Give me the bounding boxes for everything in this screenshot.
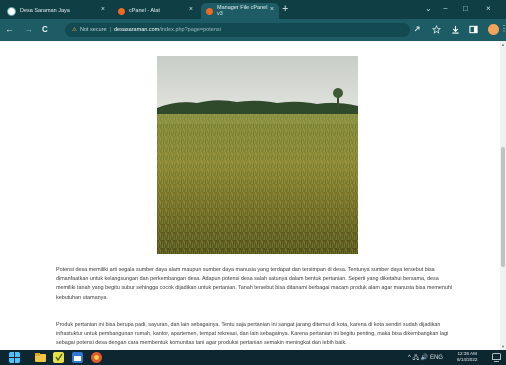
- paragraph-produk: Produk pertanian ini bisa berupa padi, s…: [56, 322, 449, 347]
- share-icon[interactable]: [413, 25, 422, 34]
- forward-button[interactable]: →: [24, 24, 33, 34]
- windows-icon[interactable]: [9, 352, 20, 363]
- menu-icon[interactable]: ⋮: [500, 24, 506, 33]
- maximize-icon[interactable]: □: [463, 4, 468, 13]
- vertical-scrollbar[interactable]: ▲ ▼: [500, 41, 506, 350]
- clock-date: 6/14/2022: [457, 357, 478, 362]
- download-icon[interactable]: [451, 25, 460, 34]
- tab-cpanel-alat[interactable]: cPanel - Alat ×: [113, 3, 198, 19]
- url-input[interactable]: ⚠ Not secure | desasaraman.com /index.ph…: [65, 23, 410, 37]
- page-content: Potensi desa memiliki arti segala sumber…: [0, 41, 500, 350]
- back-button[interactable]: ←: [5, 24, 14, 34]
- system-tray[interactable]: ^ 🖧 🔊 ENG: [408, 353, 443, 363]
- rice-field-image: [157, 56, 358, 254]
- globe-icon: [7, 6, 16, 16]
- tab-title: cPanel - Alat: [129, 8, 160, 14]
- tab-file-manager[interactable]: Manager File cPanel v3 ×: [201, 3, 279, 19]
- close-tab-icon[interactable]: ×: [270, 6, 274, 13]
- tab-title: Desa Saraman Jaya: [20, 8, 70, 14]
- close-window-icon[interactable]: ×: [486, 4, 491, 13]
- clock[interactable]: 12:35 AM 6/14/2022: [457, 351, 477, 363]
- new-tab-button[interactable]: +: [282, 3, 288, 16]
- address-separator: |: [109, 27, 111, 33]
- reload-button[interactable]: C: [42, 25, 48, 34]
- app-icon[interactable]: [53, 352, 64, 363]
- cpanel-icon: [118, 7, 125, 15]
- warning-icon: ⚠: [72, 27, 77, 33]
- calendar-icon[interactable]: [72, 352, 83, 363]
- tab-search-icon[interactable]: ⌄: [425, 4, 432, 13]
- cpanel-icon: [206, 7, 213, 15]
- scroll-down-icon[interactable]: ▼: [500, 344, 506, 349]
- file-explorer-icon[interactable]: [35, 352, 46, 363]
- tab-strip: Desa Saraman Jaya × cPanel - Alat × Mana…: [0, 0, 506, 19]
- scrollbar-thumb[interactable]: [501, 147, 505, 267]
- security-label[interactable]: Not secure: [80, 27, 107, 33]
- taskbar: ^ 🖧 🔊 ENG 12:35 AM 6/14/2022: [0, 350, 506, 365]
- sidebar-icon[interactable]: [469, 25, 478, 34]
- browser-icon[interactable]: [91, 352, 102, 363]
- paragraph-potensi: Potensi desa memiliki arti segala sumber…: [56, 267, 453, 301]
- notification-icon[interactable]: [492, 353, 501, 362]
- star-icon[interactable]: [432, 25, 441, 34]
- url-path: /index.php?page=potensi: [159, 27, 221, 33]
- close-tab-icon[interactable]: ×: [189, 6, 193, 13]
- address-bar-row: ← → C ⚠ Not secure | desasaraman.com /in…: [0, 19, 506, 41]
- close-tab-icon[interactable]: ×: [101, 6, 105, 13]
- url-host: desasaraman.com: [113, 27, 160, 33]
- minimize-icon[interactable]: −: [443, 4, 448, 13]
- profile-avatar[interactable]: [488, 24, 499, 35]
- tab-desa-saraman[interactable]: Desa Saraman Jaya ×: [2, 3, 110, 19]
- scroll-up-icon[interactable]: ▲: [500, 42, 506, 47]
- tab-title: Manager File cPanel v3: [217, 5, 268, 17]
